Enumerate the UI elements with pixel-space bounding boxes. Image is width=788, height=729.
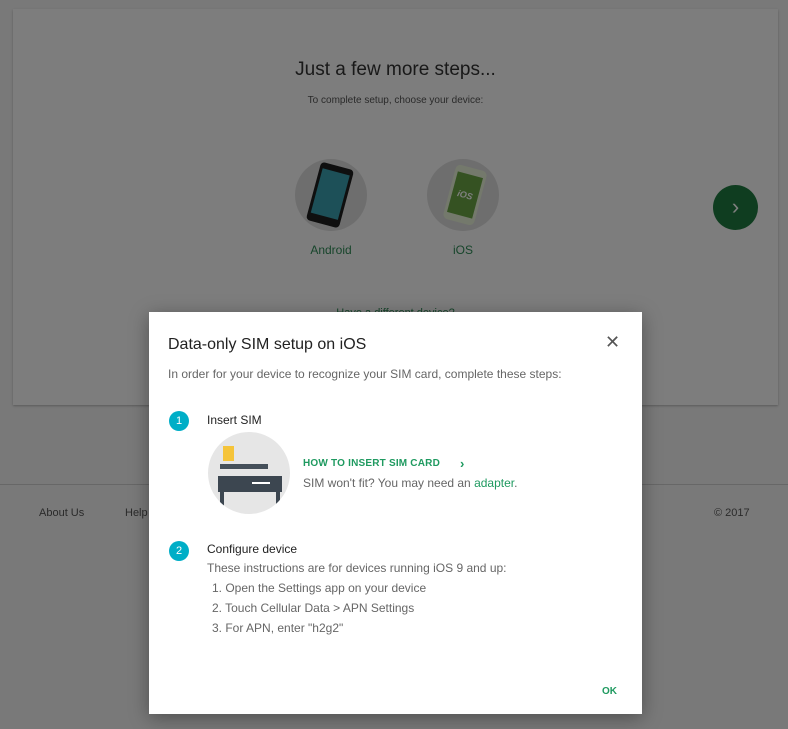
sim-fit-note-suffix: . [514,476,518,490]
how-to-insert-sim-link[interactable]: HOW TO INSERT SIM CARD [303,458,440,469]
step-2-intro: These instructions are for devices runni… [207,561,507,575]
instruction-item: 2. Touch Cellular Data > APN Settings [212,601,415,615]
dialog-title: Data-only SIM setup on iOS [168,336,367,353]
step-1-badge: 1 [169,411,189,431]
step-2-badge: 2 [169,541,189,561]
ok-button[interactable]: OK [602,686,617,697]
close-icon[interactable]: ✕ [605,332,620,353]
chevron-right-icon[interactable]: › [460,456,464,471]
sim-setup-dialog: Data-only SIM setup on iOS ✕ In order fo… [149,312,642,714]
instruction-item: 1. Open the Settings app on your device [212,581,427,595]
sim-insert-illustration [208,432,290,514]
instruction-item: 3. For APN, enter "h2g2" [212,621,344,635]
step-1-title: Insert SIM [207,413,262,427]
adapter-link[interactable]: adapter [474,476,514,490]
sim-fit-note: SIM won't fit? You may need an adapter. [303,476,517,490]
step-2-title: Configure device [207,542,298,556]
dialog-intro: In order for your device to recognize yo… [168,367,562,381]
sim-fit-note-text: SIM won't fit? You may need an [303,476,475,490]
